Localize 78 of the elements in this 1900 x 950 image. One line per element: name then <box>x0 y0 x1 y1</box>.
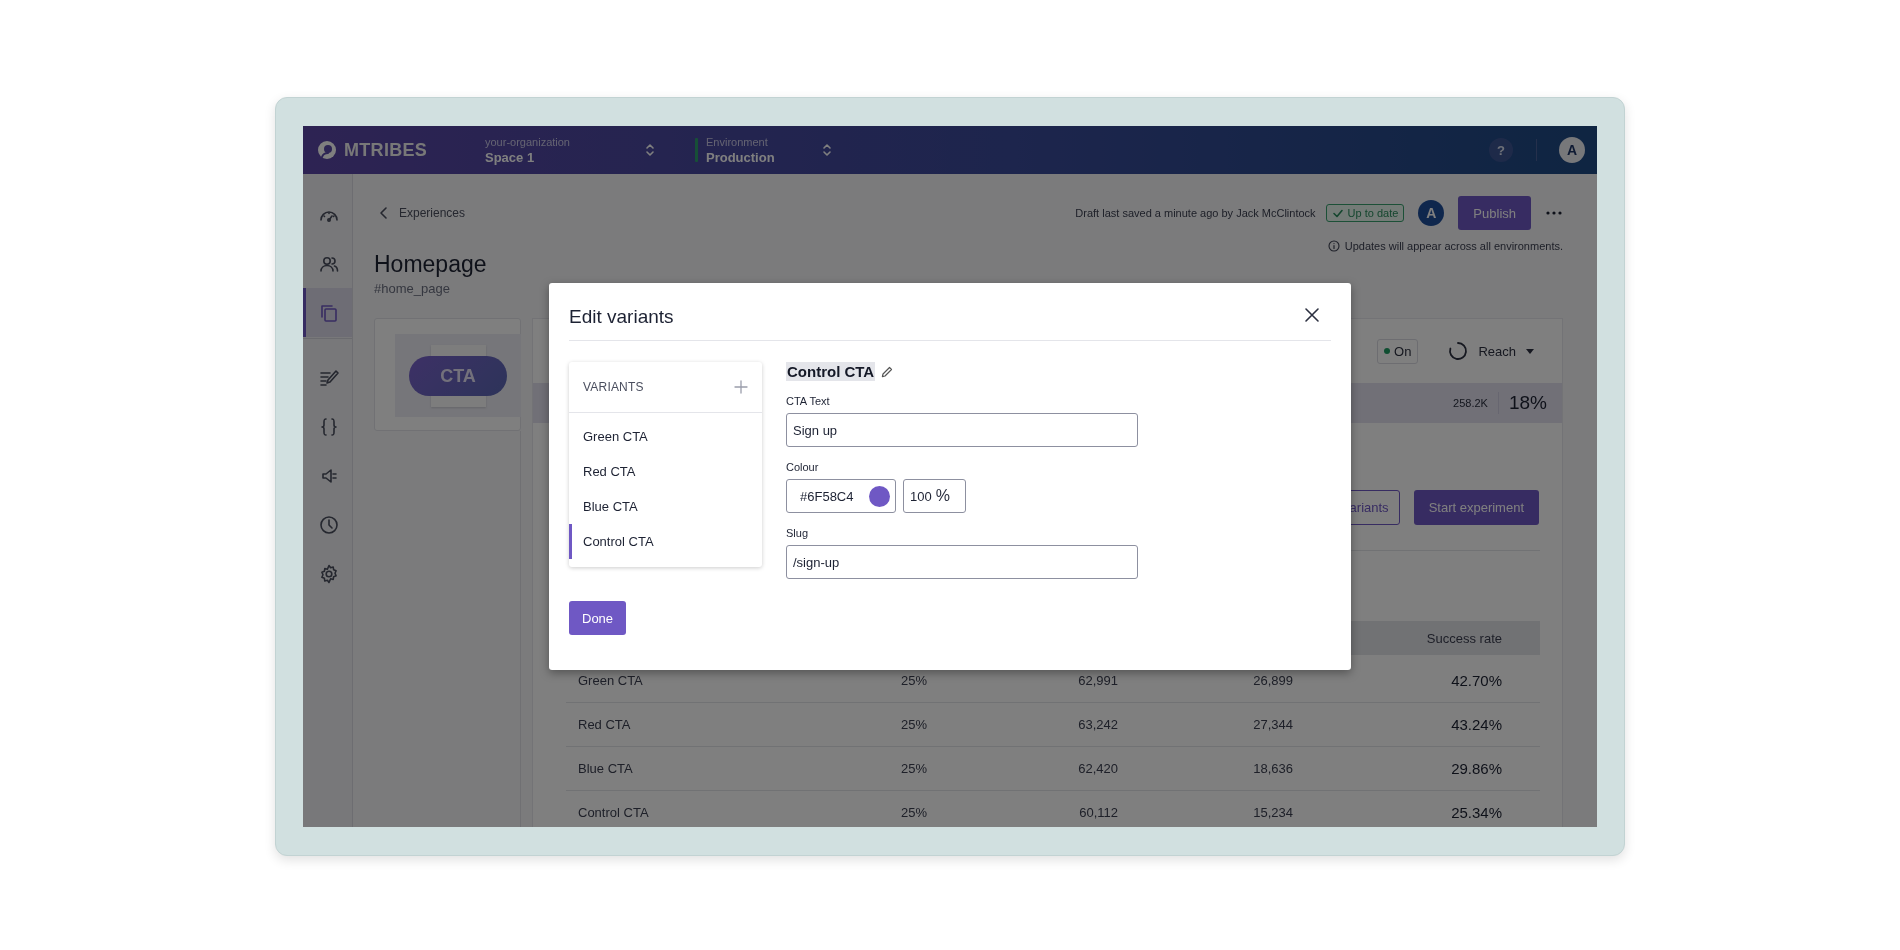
start-experiment-button[interactable]: Start experiment <box>1413 490 1539 525</box>
done-button[interactable]: Done <box>569 601 627 635</box>
state-badge: On <box>1377 338 1419 364</box>
audience-share: 18% <box>1508 392 1547 414</box>
field-label: CTA Text <box>786 395 831 407</box>
cta-preview: CTA <box>409 356 507 396</box>
environment-selector[interactable]: Environment Production <box>695 135 834 165</box>
table-cell-text: Green CTA <box>578 673 644 688</box>
table-cell-text: 26,899 <box>1252 673 1294 688</box>
variant-item[interactable]: Green CTA <box>569 419 762 454</box>
colour-swatch <box>869 485 890 507</box>
table-cell-text: 25% <box>900 673 929 688</box>
sidebar-item[interactable] <box>303 288 352 337</box>
table-cell-text: 43.24% <box>1450 716 1502 733</box>
close-icon[interactable] <box>1304 306 1320 323</box>
logo-icon <box>316 139 338 161</box>
pencil-icon[interactable] <box>881 365 894 378</box>
table-cell-text: 15,234 <box>1252 805 1294 820</box>
text-field[interactable]: /sign-up <box>786 545 1138 579</box>
user-avatar[interactable]: A <box>1559 137 1585 163</box>
table-cell-text: Control CTA <box>578 805 650 820</box>
table-cell-text: 25% <box>900 805 929 820</box>
check-icon <box>1331 207 1344 219</box>
table-cell-text: 62,991 <box>1077 673 1119 688</box>
up-down-chevron-icon <box>643 142 657 158</box>
selector-value: Space 1 <box>485 149 536 165</box>
info-icon <box>1327 240 1340 252</box>
user-avatar: A <box>1418 200 1445 226</box>
audience-count: 258.2K <box>1453 397 1488 409</box>
variant-name: Control CTA <box>786 362 876 381</box>
table-cell-text: Blue CTA <box>578 761 634 776</box>
save-note: Draft last saved a minute ago by Jack McClintock <box>1075 207 1316 219</box>
selector-label: Environment <box>706 135 769 148</box>
list-heading: VARIANTS <box>583 380 644 394</box>
more-icon[interactable] <box>1545 210 1563 216</box>
reach-dropdown[interactable]: Reach <box>1448 341 1534 361</box>
table-cell-text: Red CTA <box>578 717 632 732</box>
back-link[interactable]: Experiences <box>374 206 487 220</box>
help-button[interactable]: ? <box>1489 138 1513 162</box>
caret-icon <box>1526 348 1534 354</box>
table-cell-text: 42.70% <box>1450 672 1502 689</box>
field-label: Colour <box>786 461 820 473</box>
selector-label: your-organization <box>485 135 570 148</box>
table-cell-text: 25.34% <box>1450 804 1502 821</box>
colour-field[interactable]: #6F58C4 <box>786 479 896 513</box>
table-cell-text: 18,636 <box>1252 761 1294 776</box>
table-cell-text: 25% <box>900 761 929 776</box>
clock-icon <box>318 513 340 536</box>
organization-selector[interactable]: your-organization Space 1 <box>485 135 657 165</box>
column-header: Success rate <box>1425 630 1502 646</box>
info-note: Updates will appear across all environments. <box>1344 240 1563 252</box>
selector-value: Production <box>706 149 776 165</box>
table-cell-text: 25% <box>900 717 929 732</box>
add-icon[interactable] <box>734 380 748 394</box>
up-down-chevron-icon <box>820 142 834 158</box>
variant-item[interactable]: Red CTA <box>569 454 762 489</box>
table-cell-text: 29.86% <box>1450 760 1502 777</box>
braces-icon <box>318 415 340 438</box>
field-label: Slug <box>786 527 810 539</box>
publish-button[interactable]: Publish <box>1458 196 1531 230</box>
logo-text: MTRIBES <box>344 139 428 161</box>
table-cell-text: 27,344 <box>1252 717 1294 732</box>
chevron-left-icon <box>379 206 389 220</box>
status-badge: Up to date <box>1325 204 1405 222</box>
variant-item[interactable]: Control CTA <box>569 524 762 559</box>
environment-marker <box>695 138 698 162</box>
variant-item[interactable]: Blue CTA <box>569 489 762 524</box>
table-cell-text: 60,112 <box>1078 805 1119 820</box>
progress-ring-icon <box>1448 341 1469 361</box>
dialog-title: Edit variants <box>569 305 674 328</box>
page-title: Homepage <box>374 250 487 278</box>
table-cell-text: 63,242 <box>1077 717 1119 732</box>
text-field[interactable]: Sign up <box>786 413 1138 447</box>
opacity-field[interactable]: 100 % <box>903 479 966 513</box>
table-cell-text: 62,420 <box>1077 761 1119 776</box>
dot-icon <box>1384 348 1391 354</box>
page-key: #home_page <box>374 281 487 296</box>
settings-icon <box>318 562 340 585</box>
